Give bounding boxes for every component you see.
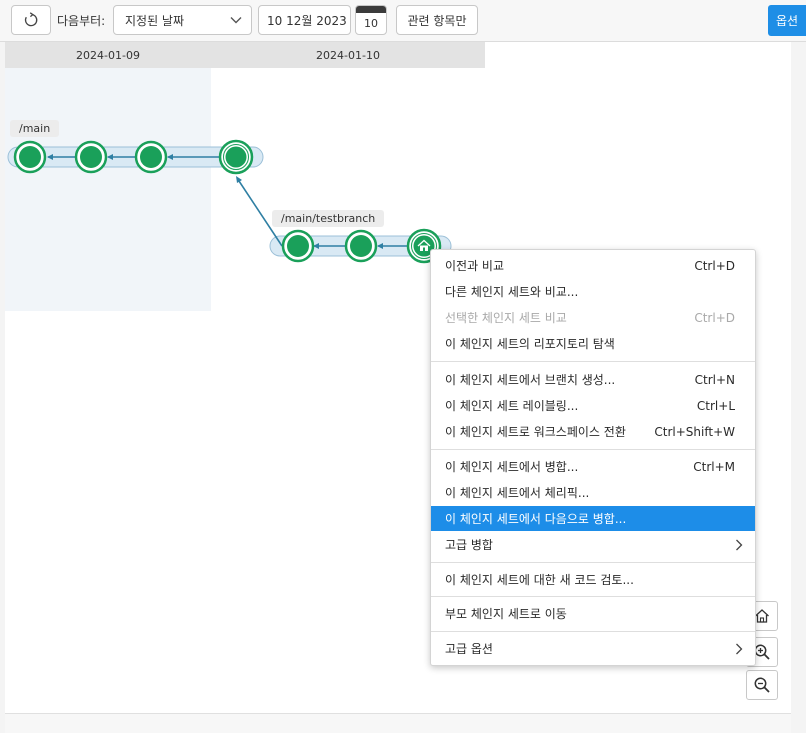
date-mode-value: 지정된 날짜 <box>125 13 185 28</box>
menu-separator <box>431 596 755 597</box>
menu-item-shortcut: Ctrl+N <box>694 372 735 387</box>
menu-item-label: 이 체인지 세트에서 병합... <box>445 460 579 474</box>
menu-item-label: 이 체인지 세트 레이블링... <box>445 399 579 413</box>
refresh-icon <box>24 12 38 27</box>
menu-item-diff-previous[interactable]: 이전과 비교 Ctrl+D <box>431 253 755 278</box>
menu-item-advanced-options[interactable]: 고급 옵션 <box>431 636 755 661</box>
toolbar: 다음부터: 지정된 날짜 10 12월 2023 10 관련 항목만 옵션 <box>0 0 806 42</box>
menu-item-label: 이 체인지 세트로 워크스페이스 전환 <box>445 425 626 439</box>
calendar-button[interactable]: 10 <box>355 5 387 35</box>
chevron-right-icon <box>735 643 743 655</box>
menu-item-label: 이 체인지 세트에서 다음으로 병합... <box>445 512 627 526</box>
menu-item-shortcut: Ctrl+Shift+W <box>654 424 735 439</box>
menu-item-label: 이 체인지 세트의 리포지토리 탐색 <box>445 337 615 351</box>
changeset-testbranch-2[interactable] <box>344 229 378 263</box>
menu-item-switch-workspace[interactable]: 이 체인지 세트로 워크스페이스 전환 Ctrl+Shift+W <box>431 419 755 444</box>
menu-item-new-code-review[interactable]: 이 체인지 세트에 대한 새 코드 검토... <box>431 567 755 592</box>
calendar-day: 10 <box>364 17 378 30</box>
zoom-out-icon <box>754 677 770 693</box>
options-label: 옵션 <box>775 14 799 28</box>
changeset-testbranch-1[interactable] <box>281 229 315 263</box>
from-label: 다음부터: <box>57 14 106 28</box>
menu-item-browse-repository[interactable]: 이 체인지 세트의 리포지토리 탐색 <box>431 331 755 356</box>
menu-item-label-changeset[interactable]: 이 체인지 세트 레이블링... Ctrl+L <box>431 393 755 418</box>
changeset-context-menu: 이전과 비교 Ctrl+D 다른 체인지 세트와 비교... 선택한 체인지 세… <box>430 249 756 666</box>
menu-item-create-branch[interactable]: 이 체인지 세트에서 브랜치 생성... Ctrl+N <box>431 367 755 392</box>
branch-label-main[interactable]: /main <box>10 120 60 137</box>
branch-label-testbranch[interactable]: /main/testbranch <box>272 210 385 227</box>
menu-separator <box>431 361 755 362</box>
menu-item-label: 고급 병합 <box>445 538 493 552</box>
changeset-main-2[interactable] <box>74 140 108 174</box>
menu-item-diff-other[interactable]: 다른 체인지 세트와 비교... <box>431 279 755 304</box>
vertical-scrollbar[interactable] <box>791 42 806 713</box>
menu-item-merge-to[interactable]: 이 체인지 세트에서 다음으로 병합... <box>431 506 755 531</box>
date-mode-select[interactable]: 지정된 날짜 <box>113 5 252 35</box>
horizontal-scrollbar[interactable] <box>5 713 791 733</box>
menu-item-advanced-merge[interactable]: 고급 병합 <box>431 532 755 557</box>
menu-item-label: 고급 옵션 <box>445 642 493 656</box>
menu-item-label: 부모 체인지 세트로 이동 <box>445 607 567 621</box>
menu-separator <box>431 631 755 632</box>
date-input-value: 10 12월 2023 <box>267 13 347 28</box>
refresh-button[interactable] <box>11 5 51 35</box>
changeset-main-1[interactable] <box>13 140 47 174</box>
menu-item-shortcut: Ctrl+L <box>696 398 735 413</box>
menu-item-merge-from[interactable]: 이 체인지 세트에서 병합... Ctrl+M <box>431 454 755 479</box>
menu-item-cherry-pick[interactable]: 이 체인지 세트에서 체리픽... <box>431 480 755 505</box>
changeset-main-4[interactable] <box>218 139 254 175</box>
menu-item-shortcut: Ctrl+M <box>693 459 735 474</box>
related-only-button[interactable]: 관련 항목만 <box>396 5 478 35</box>
menu-separator <box>431 449 755 450</box>
menu-item-label: 선택한 체인지 세트 비교 <box>445 311 567 325</box>
calendar-icon <box>356 6 386 13</box>
menu-item-shortcut: Ctrl+D <box>694 310 735 325</box>
menu-item-label: 이전과 비교 <box>445 259 505 273</box>
menu-item-label: 이 체인지 세트에서 브랜치 생성... <box>445 373 616 387</box>
chevron-right-icon <box>735 539 743 551</box>
menu-separator <box>431 562 755 563</box>
changeset-main-3[interactable] <box>134 140 168 174</box>
related-only-label: 관련 항목만 <box>407 13 467 28</box>
menu-item-label: 이 체인지 세트에 대한 새 코드 검토... <box>445 573 634 587</box>
menu-item-label: 다른 체인지 세트와 비교... <box>445 285 579 299</box>
date-input[interactable]: 10 12월 2023 <box>258 5 351 35</box>
menu-item-label: 이 체인지 세트에서 체리픽... <box>445 486 590 500</box>
menu-item-diff-selected: 선택한 체인지 세트 비교 Ctrl+D <box>431 305 755 330</box>
chevron-down-icon <box>230 17 242 24</box>
options-button[interactable]: 옵션 <box>768 5 806 36</box>
zoom-out-button[interactable] <box>746 670 778 700</box>
menu-item-go-to-parent[interactable]: 부모 체인지 세트로 이동 <box>431 601 755 626</box>
menu-item-shortcut: Ctrl+D <box>694 258 735 273</box>
